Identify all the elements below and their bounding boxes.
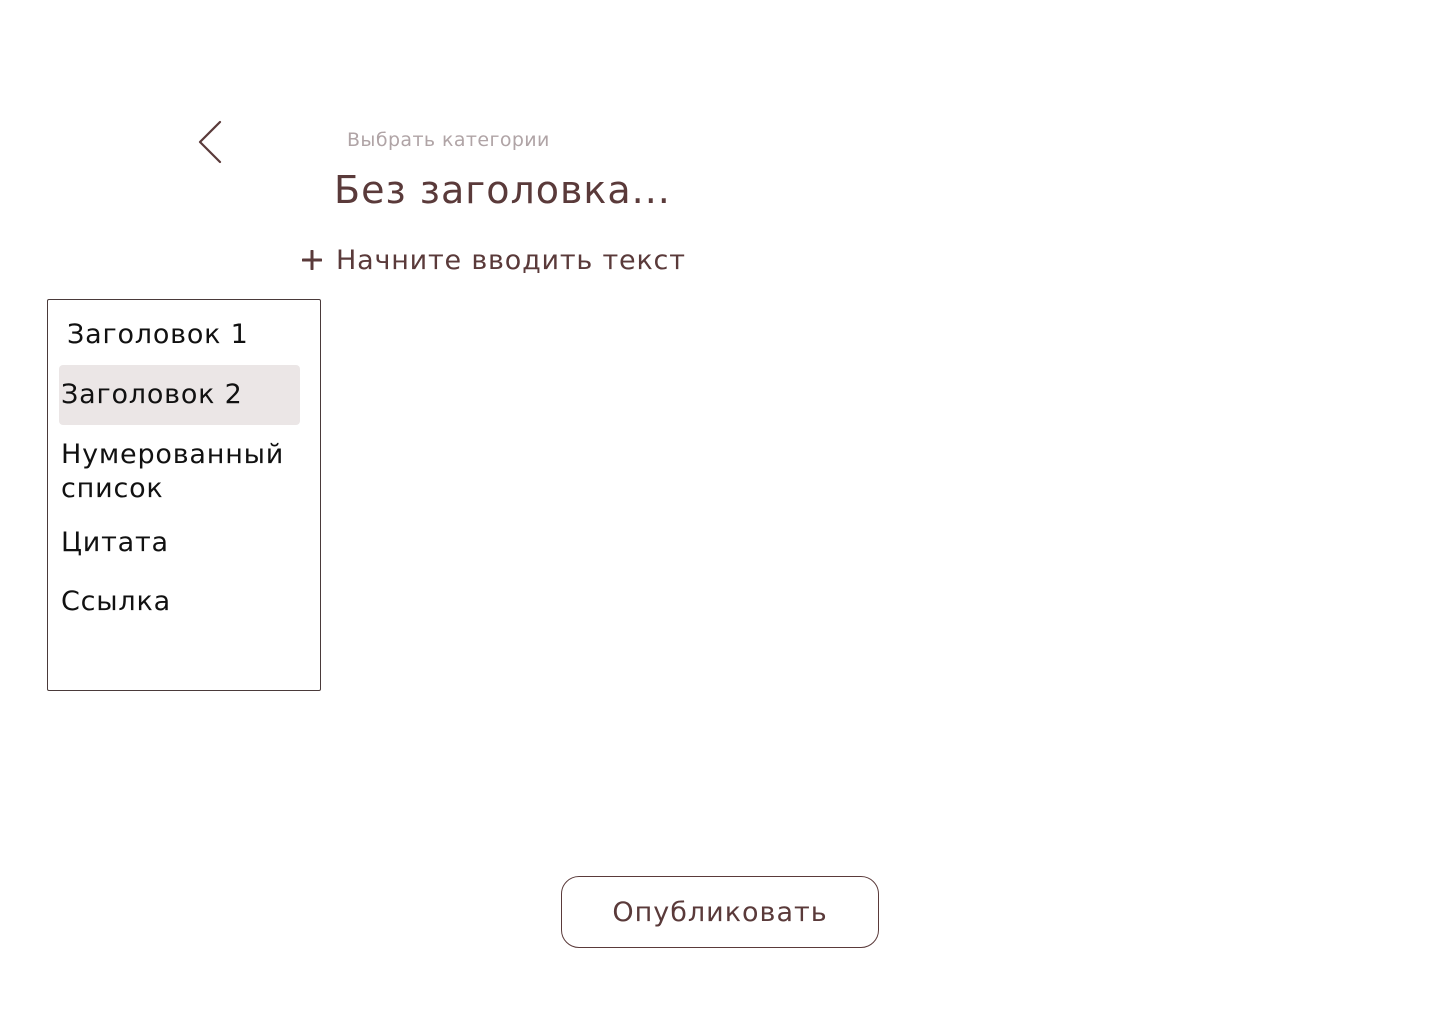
menu-item-quote[interactable]: Цитата xyxy=(59,526,300,560)
menu-item-link[interactable]: Ссылка xyxy=(59,585,300,619)
publish-button[interactable]: Опубликовать xyxy=(561,876,879,948)
block-type-menu: Заголовок 1 Заголовок 2 Нумерованный спи… xyxy=(47,299,321,691)
menu-item-numbered-list[interactable]: Нумерованный список xyxy=(59,438,300,506)
select-categories-link[interactable]: Выбрать категории xyxy=(347,129,550,151)
plus-icon xyxy=(302,250,322,270)
menu-item-heading-2[interactable]: Заголовок 2 xyxy=(59,365,300,425)
title-input[interactable]: Без заголовка... xyxy=(334,168,671,212)
menu-item-heading-1[interactable]: Заголовок 1 xyxy=(59,318,300,352)
add-block-button[interactable] xyxy=(298,246,326,274)
post-editor-page: Выбрать категории Без заголовка... Начни… xyxy=(0,0,1440,1024)
add-block-row: Начните вводить текст xyxy=(298,240,686,280)
back-button[interactable] xyxy=(190,118,230,166)
chevron-left-icon xyxy=(198,120,222,164)
body-text-input[interactable]: Начните вводить текст xyxy=(336,245,686,276)
